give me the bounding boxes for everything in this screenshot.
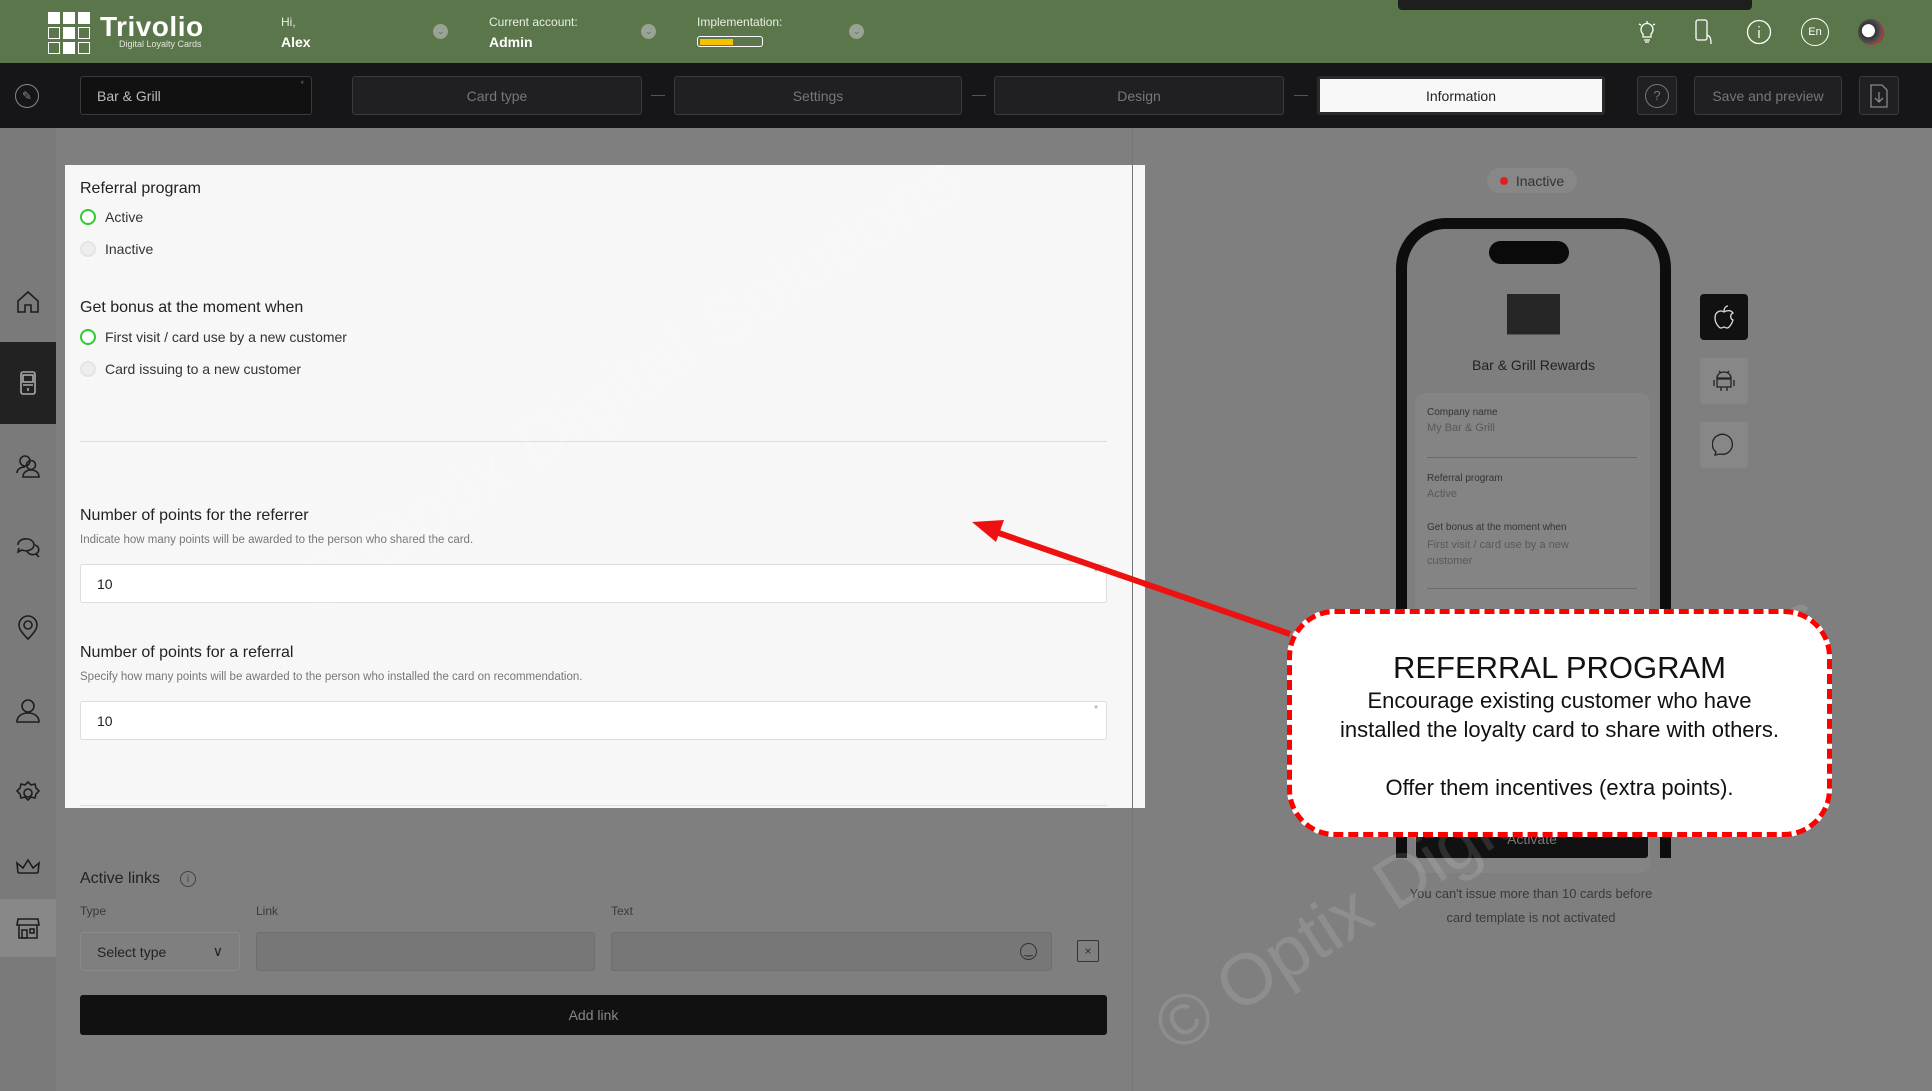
callout-line-3: Offer them incentives (extra points).: [1385, 775, 1734, 800]
annotation-arrow: [972, 520, 1291, 637]
callout-title: REFERRAL PROGRAM: [1392, 650, 1726, 685]
callout-line-2: installed the loyalty card to share with…: [1339, 717, 1779, 742]
annotation-callout: REFERRAL PROGRAM Encourage existing cust…: [1287, 609, 1832, 837]
arrow-line: [989, 527, 1291, 637]
callout-line-1: Encourage existing customer who have: [1367, 688, 1752, 713]
arrow-head-icon: [972, 520, 1004, 542]
